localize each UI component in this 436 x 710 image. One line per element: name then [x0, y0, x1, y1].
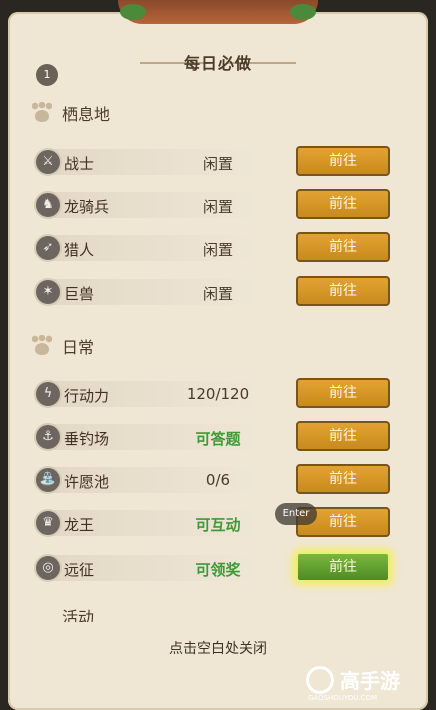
task-row-dragoon: ♞ 龙骑兵 闲置 前往 [34, 189, 394, 221]
task-status: 可互动 [195, 516, 241, 534]
go-button[interactable]: 前往 [296, 421, 390, 451]
task-row-expedition: ◎ 远征 可领奖 前往 [34, 552, 394, 584]
task-name: 巨兽 [64, 285, 95, 303]
task-row-dragon-king: ♛ 龙王 可互动 前往 [34, 507, 394, 539]
enter-tooltip: Enter [275, 503, 317, 525]
task-row-beast: ✶ 巨兽 闲置 前往 [34, 276, 394, 308]
task-row-fishing: ⚓ 垂钓场 可答题 前往 [34, 421, 394, 453]
gaoshouyou-logo-icon [306, 665, 334, 694]
count-badge: 1 [36, 64, 58, 86]
task-status: 闲置 [202, 155, 233, 173]
task-status: 0/6 [205, 471, 231, 489]
wishing-well-icon: ⛲ [36, 468, 60, 492]
go-button[interactable]: 前往 [296, 378, 390, 408]
task-status: 可领奖 [195, 561, 241, 579]
task-name: 垂钓场 [64, 430, 110, 448]
expedition-icon: ◎ [36, 556, 60, 580]
task-name: 战士 [64, 155, 95, 173]
section-label: 栖息地 [62, 105, 111, 124]
header-crest [118, 0, 318, 24]
section-label: 日常 [62, 338, 95, 357]
warrior-icon: ⚔ [36, 150, 60, 174]
dragon-king-icon: ♛ [36, 511, 60, 535]
section-daily: 日常 [30, 333, 94, 359]
task-name: 龙王 [64, 516, 95, 534]
task-name: 许愿池 [64, 473, 110, 491]
task-row-wishing-well: ⛲ 许愿池 0/6 前往 [34, 464, 394, 496]
go-button[interactable]: 前往 [296, 276, 390, 306]
task-name: 猎人 [64, 241, 95, 259]
watermark: 高手游 GAOSHOUYOU.COM [306, 665, 434, 705]
go-button-highlighted[interactable]: 前往 [296, 552, 390, 582]
go-button[interactable]: 前往 [296, 189, 390, 219]
task-status: 闲置 [202, 241, 233, 259]
task-name: 行动力 [64, 387, 110, 405]
paw-icon [30, 335, 54, 357]
close-hint[interactable]: 点击空白处关闭 [0, 638, 436, 658]
beast-icon: ✶ [36, 280, 60, 304]
paw-icon [30, 102, 54, 124]
dragoon-icon: ♞ [36, 193, 60, 217]
go-button[interactable]: 前往 [296, 464, 390, 494]
task-status: 闲置 [202, 198, 233, 216]
watermark-url: GAOSHOUYOU.COM [308, 694, 378, 702]
section-habitat: 栖息地 [30, 100, 110, 126]
go-button[interactable]: 前往 [296, 232, 390, 262]
fishing-icon: ⚓ [36, 425, 60, 449]
section-label: 活动 [62, 608, 95, 622]
task-status: 可答题 [195, 430, 241, 448]
hunter-icon: ➶ [36, 236, 60, 260]
page-title: 每日必做 [183, 54, 252, 73]
go-button[interactable]: 前往 [296, 146, 390, 176]
task-row-stamina: ϟ 行动力 120/120 前往 [34, 378, 394, 410]
task-status: 120/120 [186, 385, 250, 403]
task-name: 龙骑兵 [64, 198, 110, 216]
task-name: 远征 [64, 561, 95, 579]
section-event: 活动 [30, 608, 150, 622]
task-status: 闲置 [202, 285, 233, 303]
task-row-hunter: ➶ 猎人 闲置 前往 [34, 232, 394, 264]
task-row-warrior: ⚔ 战士 闲置 前往 [34, 146, 394, 178]
watermark-text: 高手游 [340, 669, 400, 693]
stamina-icon: ϟ [36, 382, 60, 406]
